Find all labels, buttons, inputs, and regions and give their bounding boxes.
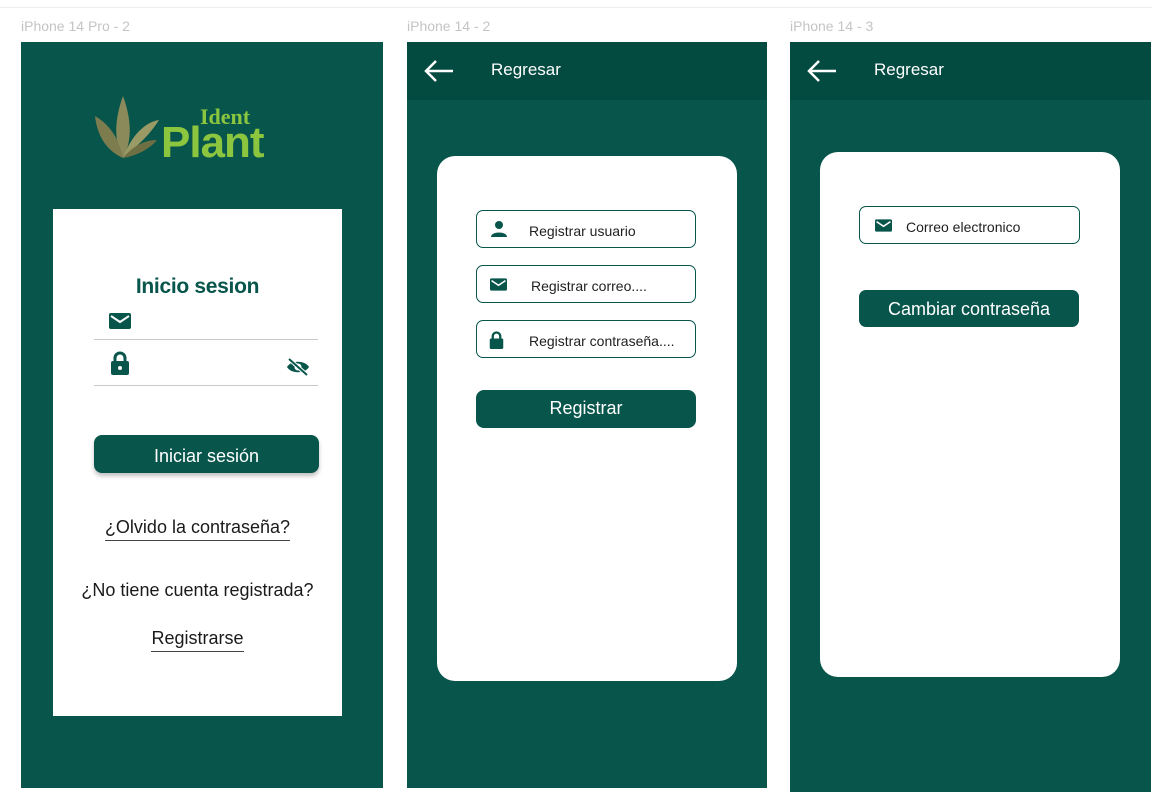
recover-screen: Regresar Correo electronico Cambiar cont… (790, 42, 1151, 792)
change-password-button[interactable]: Cambiar contraseña (859, 290, 1079, 327)
password-underline (94, 385, 318, 386)
back-arrow-icon[interactable] (423, 58, 455, 84)
password-input-label: Registrar contraseña.... (529, 333, 675, 349)
eye-off-icon[interactable] (286, 358, 310, 376)
login-screen: Ident Plant Inicio sesion Iniciar sesión… (21, 42, 383, 788)
register-header: Regresar (407, 42, 767, 100)
mail-icon (109, 313, 131, 329)
back-label[interactable]: Regresar (491, 60, 561, 80)
username-input-label: Registrar usuario (529, 223, 636, 239)
register-link[interactable]: Registrarse (151, 628, 244, 652)
email-input[interactable]: Registrar correo.... (476, 265, 696, 303)
recover-email-label: Correo electronico (906, 219, 1021, 235)
register-screen: Regresar Registrar usuario Registrar cor… (407, 42, 767, 788)
identplant-logo: Ident Plant (93, 90, 273, 170)
mail-icon (490, 278, 507, 291)
leaf-icon (95, 96, 159, 158)
back-label[interactable]: Regresar (874, 60, 944, 80)
user-icon (491, 221, 507, 237)
design-canvas: iPhone 14 Pro - 2 iPhone 14 - 2 iPhone 1… (0, 0, 1152, 804)
password-field[interactable] (94, 349, 318, 385)
no-account-text: ¿No tiene cuenta registrada? (81, 580, 314, 600)
password-input[interactable]: Registrar contraseña.... (476, 320, 696, 358)
canvas-divider (0, 7, 1152, 8)
recover-header: Regresar (790, 42, 1151, 100)
forgot-password-link[interactable]: ¿Olvido la contraseña? (104, 517, 291, 541)
register-card: Registrar usuario Registrar correo.... R… (437, 156, 737, 681)
frame-label-login[interactable]: iPhone 14 Pro - 2 (21, 18, 130, 34)
recover-email-input[interactable]: Correo electronico (859, 206, 1080, 244)
login-card: Inicio sesion Iniciar sesión ¿Olvido la … (53, 209, 342, 716)
username-input[interactable]: Registrar usuario (476, 210, 696, 248)
lock-icon (489, 331, 504, 349)
login-button[interactable]: Iniciar sesión (94, 435, 319, 473)
lock-icon (111, 351, 129, 375)
recover-card: Correo electronico Cambiar contraseña (820, 152, 1120, 677)
back-arrow-icon[interactable] (806, 58, 838, 84)
mail-icon (875, 219, 892, 232)
register-row: Registrarse (53, 628, 342, 652)
frame-label-recover[interactable]: iPhone 14 - 3 (790, 18, 873, 34)
email-field[interactable] (94, 305, 318, 341)
login-title: Inicio sesion (135, 275, 260, 298)
forgot-password-row: ¿Olvido la contraseña? (53, 517, 342, 541)
logo-plant-text: Plant (161, 118, 265, 167)
register-button[interactable]: Registrar (476, 390, 696, 428)
frame-label-register[interactable]: iPhone 14 - 2 (407, 18, 490, 34)
email-underline (94, 339, 318, 340)
email-input-label: Registrar correo.... (531, 278, 647, 294)
